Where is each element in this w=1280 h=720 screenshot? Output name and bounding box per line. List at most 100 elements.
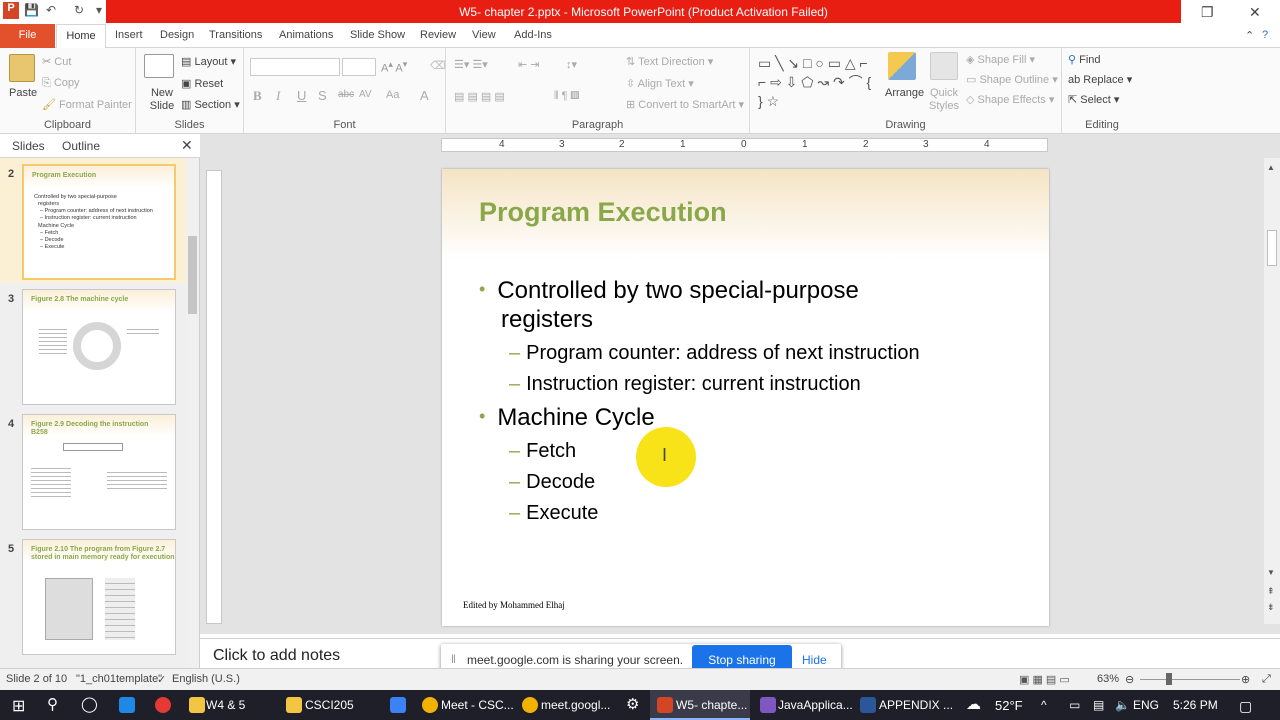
bullets-icon[interactable]: ☰▾ ☰▾: [454, 58, 488, 71]
tab-outline[interactable]: Outline: [62, 139, 100, 153]
fit-slide-icon[interactable]: ⤢: [1262, 673, 1271, 686]
font-name-box[interactable]: [250, 58, 340, 76]
copy-button[interactable]: Copy: [54, 77, 80, 89]
network-icon[interactable]: ▤: [1093, 698, 1104, 712]
windows-start-icon[interactable]: ⊞: [12, 696, 25, 716]
shape-effects-button[interactable]: Shape Effects: [978, 94, 1046, 106]
strikethrough-button[interactable]: abc: [338, 89, 354, 100]
taskbar-item[interactable]: APPENDIX ...: [879, 698, 953, 712]
tab-slides[interactable]: Slides: [12, 139, 45, 153]
volume-icon[interactable]: 🔈: [1115, 698, 1130, 712]
bullet-text[interactable]: Machine Cycle: [497, 404, 654, 431]
chrome-icon[interactable]: [422, 697, 438, 713]
tab-home[interactable]: Home: [56, 24, 106, 48]
zoom-slider[interactable]: [1140, 679, 1240, 680]
align-icons[interactable]: ▤ ▤ ▤ ▤: [454, 90, 505, 103]
clock[interactable]: 5:26 PM: [1173, 698, 1218, 712]
powerpoint-icon[interactable]: [657, 697, 673, 713]
zoom-slider-thumb[interactable]: [1166, 673, 1172, 685]
columns-icon[interactable]: ⫴ ¶ ▥: [554, 90, 579, 103]
redo-icon[interactable]: ↻: [74, 3, 84, 17]
replace-button[interactable]: Replace: [1083, 74, 1123, 86]
java-icon[interactable]: [760, 697, 776, 713]
bullet-text[interactable]: Instruction register: current instructio…: [526, 373, 861, 395]
close-pane-icon[interactable]: ✕: [181, 137, 193, 154]
notification-icon[interactable]: ▢: [1239, 698, 1252, 715]
tab-slide-show[interactable]: Slide Show: [350, 29, 405, 41]
zoom-in-icon[interactable]: ⊕: [1241, 673, 1250, 686]
restore-icon[interactable]: ❐: [1201, 4, 1214, 21]
scroll-up-icon[interactable]: ▲: [1267, 163, 1275, 172]
bold-button[interactable]: B: [253, 88, 262, 104]
new-slide-button[interactable]: New Slide: [144, 87, 180, 113]
line-spacing-icon[interactable]: ↕▾: [566, 58, 577, 71]
layout-button[interactable]: Layout: [194, 56, 227, 68]
slide-thumbnail-4[interactable]: Figure 2.9 Decoding the instruction B258: [22, 414, 176, 530]
new-slide-icon[interactable]: [144, 54, 174, 78]
clear-format-icon[interactable]: ⌫: [430, 59, 446, 72]
taskbar-item[interactable]: JavaApplica...: [778, 698, 853, 712]
language-status[interactable]: English (U.S.): [172, 673, 240, 685]
bullet-text[interactable]: Execute: [526, 502, 598, 524]
bullet-text[interactable]: Decode: [526, 471, 595, 493]
reset-button[interactable]: Reset: [194, 78, 223, 90]
shield-icon[interactable]: [390, 697, 406, 713]
pane-scrollbar[interactable]: [186, 160, 199, 668]
paste-button[interactable]: Paste: [9, 87, 37, 99]
bullet-text[interactable]: Program counter: address of next instruc…: [526, 342, 920, 364]
scroll-down-icon[interactable]: ▼: [1267, 568, 1275, 577]
cut-button[interactable]: Cut: [54, 56, 71, 68]
shape-outline-button[interactable]: Shape Outline: [979, 74, 1049, 86]
tab-transitions[interactable]: Transitions: [209, 29, 262, 41]
format-painter-button[interactable]: Format Painter: [59, 99, 132, 111]
bullet-continuation[interactable]: registers: [501, 306, 593, 334]
select-button[interactable]: Select: [1080, 94, 1111, 106]
tab-file[interactable]: File: [0, 24, 55, 48]
section-button[interactable]: Section: [194, 99, 231, 111]
prev-slide-icon[interactable]: ⇞: [1267, 586, 1275, 597]
editor-scroll-thumb[interactable]: [1267, 230, 1277, 266]
convert-smartart-button[interactable]: Convert to SmartArt: [638, 99, 735, 111]
notes-placeholder[interactable]: Click to add notes: [213, 647, 340, 665]
word-icon[interactable]: [860, 697, 876, 713]
taskbar-item[interactable]: meet.googl...: [541, 698, 610, 712]
folder-icon[interactable]: [189, 697, 205, 713]
tab-review[interactable]: Review: [420, 29, 456, 41]
customize-qat-icon[interactable]: ▾: [96, 3, 102, 17]
tab-animations[interactable]: Animations: [279, 29, 333, 41]
template-name[interactable]: "1_ch01template": [76, 673, 162, 685]
paste-icon[interactable]: [9, 54, 35, 82]
battery-icon[interactable]: ▭: [1069, 698, 1080, 712]
undo-icon[interactable]: ↶: [46, 3, 56, 17]
spelling-icon[interactable]: ✓: [157, 673, 166, 686]
search-icon[interactable]: ⚲: [47, 695, 58, 713]
zoom-level[interactable]: 63%: [1097, 673, 1119, 685]
quick-styles-button[interactable]: Quick Styles: [924, 87, 964, 113]
bullet-text[interactable]: Controlled by two special-purpose: [497, 277, 859, 304]
language-indicator[interactable]: ENG: [1133, 698, 1159, 712]
taskbar-item[interactable]: Meet - CSC...: [441, 698, 514, 712]
bullet-text[interactable]: Fetch: [526, 440, 576, 462]
grow-font-icon[interactable]: A▴ A▾: [381, 59, 407, 75]
tab-design[interactable]: Design: [160, 29, 194, 41]
shapes-gallery[interactable]: ▭ ╲ ↘ □ ○ ▭ △ ⌐ ⌐ ⇨ ⇩ ⬠ ↝ ↷ ⌒ { } ☆: [758, 54, 874, 111]
slide-footer[interactable]: Edited by Mohammed Elhaj: [463, 600, 565, 610]
find-button[interactable]: Find: [1079, 54, 1100, 66]
folder-icon[interactable]: [286, 697, 302, 713]
hide-button[interactable]: Hide: [802, 653, 827, 667]
tray-chevron-icon[interactable]: ^: [1041, 698, 1047, 712]
shadow-button[interactable]: S: [318, 88, 327, 103]
settings-gear-icon[interactable]: ⚙: [626, 695, 639, 713]
chrome-icon[interactable]: [522, 697, 538, 713]
slide-thumbnail-5[interactable]: Figure 2.10 The program from Figure 2.7 …: [22, 539, 176, 655]
underline-button[interactable]: U: [297, 88, 306, 103]
tab-view[interactable]: View: [472, 29, 496, 41]
slide-thumbnail-2[interactable]: Program Execution Controlled by two spec…: [22, 164, 176, 280]
font-color-button[interactable]: A: [420, 88, 429, 103]
opera-icon[interactable]: [155, 697, 171, 713]
weather-temp[interactable]: 52°F: [995, 698, 1023, 713]
edge-icon[interactable]: [119, 697, 135, 713]
italic-button[interactable]: I: [276, 88, 280, 104]
tab-insert[interactable]: Insert: [115, 29, 143, 41]
save-icon[interactable]: 💾: [24, 3, 39, 17]
